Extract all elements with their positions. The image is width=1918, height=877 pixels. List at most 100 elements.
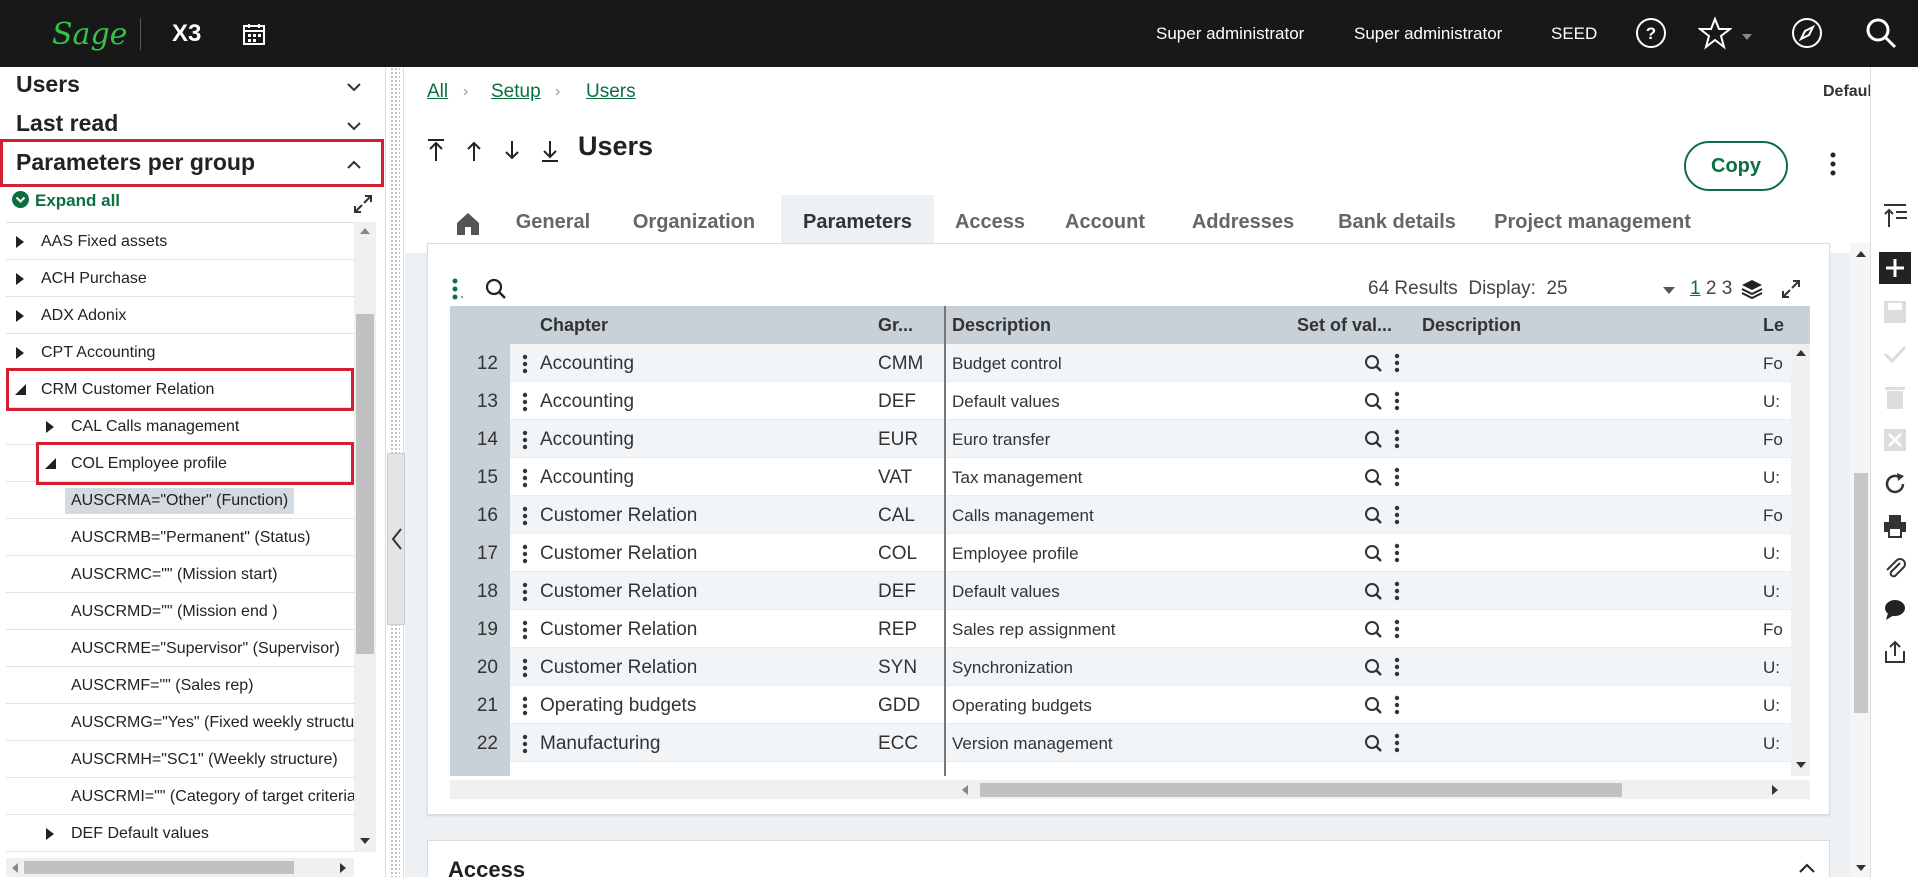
table-row[interactable]: 21 Operating budgets GDD Operating budgets U… [450, 686, 1810, 724]
save-icon[interactable] [1882, 299, 1908, 325]
caret-right-icon[interactable] [16, 273, 24, 285]
validate-icon[interactable] [1882, 341, 1908, 367]
expand-icon[interactable] [352, 193, 374, 215]
search-icon[interactable] [1364, 430, 1383, 449]
scroll-up-icon[interactable] [359, 226, 371, 236]
tree-horizontal-scrollbar[interactable] [6, 858, 354, 877]
cell-level[interactable]: Fo [1763, 430, 1783, 450]
cell-description[interactable]: Employee profile [952, 544, 1079, 564]
cell-menu-icon[interactable] [1394, 543, 1400, 563]
search-icon[interactable] [1364, 544, 1383, 563]
share-icon[interactable] [1882, 639, 1908, 665]
cell-menu-icon[interactable] [1394, 581, 1400, 601]
row-menu-icon[interactable] [522, 544, 528, 564]
section-users[interactable]: Users [0, 67, 382, 107]
row-menu-icon[interactable] [522, 468, 528, 488]
copy-button[interactable]: Copy [1684, 141, 1788, 191]
chevron-down-icon[interactable] [346, 118, 362, 134]
cell-menu-icon[interactable] [1394, 467, 1400, 487]
cell-level[interactable]: U: [1763, 734, 1780, 754]
table-row[interactable]: 18 Customer Relation DEF Default values U: [450, 572, 1810, 610]
home-icon[interactable] [455, 211, 481, 237]
calendar-icon[interactable] [242, 22, 266, 46]
cell-description[interactable]: Version management [952, 734, 1113, 754]
scroll-up-icon[interactable] [1795, 348, 1807, 358]
cell-group[interactable]: CAL [878, 505, 915, 527]
cell-level[interactable]: Fo [1763, 620, 1783, 640]
cell-menu-icon[interactable] [1394, 353, 1400, 373]
cancel-icon[interactable] [1882, 427, 1908, 453]
row-menu-icon[interactable] [522, 620, 528, 640]
scroll-down-icon[interactable] [359, 836, 371, 846]
cell-description[interactable]: Operating budgets [952, 696, 1092, 716]
cell-menu-icon[interactable] [1394, 391, 1400, 411]
cell-menu-icon[interactable] [1394, 733, 1400, 753]
tree-item[interactable]: AUSCRME="Supervisor" (Supervisor) [6, 630, 354, 667]
tree-item[interactable]: CPT Accounting [6, 334, 354, 371]
next-record-icon[interactable] [501, 137, 523, 163]
row-menu-icon[interactable] [522, 696, 528, 716]
layers-icon[interactable] [1740, 278, 1764, 300]
chevron-up-icon[interactable] [1798, 861, 1816, 875]
tree-item[interactable]: AUSCRMF="" (Sales rep) [6, 667, 354, 704]
cell-menu-icon[interactable] [1394, 505, 1400, 525]
cell-chapter[interactable]: Customer Relation [540, 657, 697, 679]
tree-item[interactable]: AUSCRMI="" (Category of target criteria) [6, 778, 354, 815]
cell-chapter[interactable]: Customer Relation [540, 505, 697, 527]
tree-item[interactable]: ADX Adonix [6, 297, 354, 334]
cell-group[interactable]: ECC [878, 733, 918, 755]
cell-chapter[interactable]: Accounting [540, 353, 634, 375]
page-2[interactable]: 2 [1706, 278, 1717, 299]
cell-menu-icon[interactable] [1394, 657, 1400, 677]
table-row[interactable]: 16 Customer Relation CAL Calls management Fo [450, 496, 1810, 534]
caret-right-icon[interactable] [16, 236, 24, 248]
tree-item[interactable]: CAL Calls management [6, 408, 354, 445]
cell-group[interactable]: COL [878, 543, 917, 565]
cell-chapter[interactable]: Customer Relation [540, 619, 697, 641]
chevron-down-icon[interactable] [346, 79, 362, 95]
tree-item[interactable]: DEF Default values [6, 815, 354, 852]
cell-level[interactable]: Fo [1763, 506, 1783, 526]
cell-menu-icon[interactable] [1394, 429, 1400, 449]
expand-all-link[interactable]: Expand all [12, 191, 120, 211]
cell-group[interactable]: DEF [878, 391, 916, 413]
cell-level[interactable]: Fo [1763, 354, 1783, 374]
row-menu-icon[interactable] [522, 392, 528, 412]
cell-group[interactable]: SYN [878, 657, 917, 679]
header-description-2[interactable]: Description [1422, 315, 1521, 336]
last-record-icon[interactable] [539, 137, 561, 163]
tree-vertical-scrollbar[interactable] [354, 222, 376, 852]
scroll-down-icon[interactable] [1855, 863, 1867, 873]
scroll-down-icon[interactable] [1795, 760, 1807, 770]
scrollbar-thumb[interactable] [980, 783, 1622, 797]
scroll-left-icon[interactable] [10, 862, 20, 874]
tree-item[interactable]: AUSCRMC="" (Mission start) [6, 556, 354, 593]
search-icon[interactable] [1364, 582, 1383, 601]
main-vertical-scrollbar[interactable] [1850, 243, 1870, 877]
sage-logo[interactable]: Sage [52, 17, 127, 52]
cell-description[interactable]: Default values [952, 392, 1060, 412]
search-icon[interactable] [1364, 354, 1383, 373]
search-icon[interactable] [1864, 16, 1898, 50]
row-menu-icon[interactable] [522, 582, 528, 602]
print-icon[interactable] [1882, 513, 1908, 539]
cell-group[interactable]: GDD [878, 695, 920, 717]
table-row[interactable]: 19 Customer Relation REP Sales rep assignme… [450, 610, 1810, 648]
scrollbar-thumb[interactable] [1854, 473, 1868, 713]
compass-icon[interactable] [1790, 16, 1824, 50]
cell-description[interactable]: Tax management [952, 468, 1082, 488]
more-vertical-icon[interactable] [1829, 151, 1837, 177]
table-row[interactable]: 20 Customer Relation SYN Synchronization U: [450, 648, 1810, 686]
previous-record-icon[interactable] [463, 137, 485, 163]
cell-description[interactable]: Sales rep assignment [952, 620, 1115, 640]
comment-icon[interactable] [1882, 597, 1908, 623]
cell-chapter[interactable]: Customer Relation [540, 543, 697, 565]
cell-chapter[interactable]: Accounting [540, 391, 634, 413]
scroll-right-icon[interactable] [1770, 784, 1780, 796]
tree-item[interactable]: ACH Purchase [6, 260, 354, 297]
cell-description[interactable]: Euro transfer [952, 430, 1050, 450]
cell-level[interactable]: U: [1763, 468, 1780, 488]
breadcrumb-all[interactable]: All [427, 81, 448, 103]
display-value[interactable]: 25 [1546, 278, 1567, 299]
scrollbar-thumb[interactable] [356, 314, 374, 654]
